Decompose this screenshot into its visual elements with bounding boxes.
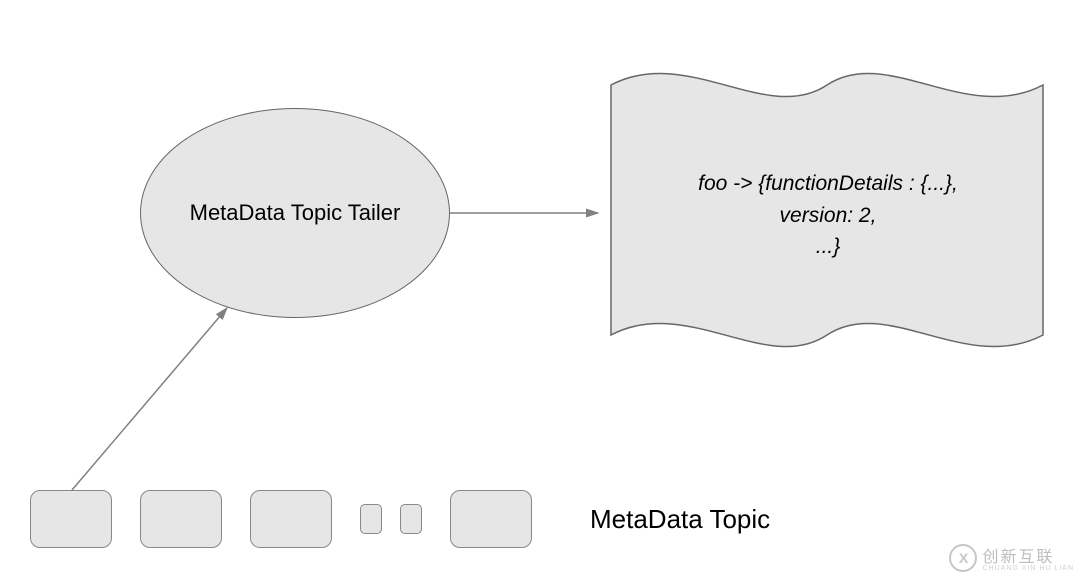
topic-label: MetaData Topic xyxy=(590,504,770,535)
topic-block-ellipsis xyxy=(360,504,422,534)
watermark: X 创新互联 CHUANG XIN HU LIAN xyxy=(949,543,1074,572)
doc-line-1: foo -> {functionDetails : {...}, xyxy=(638,168,1018,200)
node-label-tailer: MetaData Topic Tailer xyxy=(190,200,401,226)
watermark-text: 创新互联 xyxy=(982,543,1054,567)
doc-line-2: version: 2, xyxy=(638,200,1018,232)
topic-block xyxy=(30,490,112,548)
document-content: foo -> {functionDetails : {...}, version… xyxy=(638,168,1018,263)
topic-block xyxy=(450,490,532,548)
arrow-topic-to-tailer xyxy=(62,300,242,500)
watermark-badge-icon: X xyxy=(949,544,977,572)
doc-line-3: ...} xyxy=(638,231,1018,263)
topic-block-small xyxy=(360,504,382,534)
topic-block xyxy=(250,490,332,548)
arrow-tailer-to-doc xyxy=(450,200,610,230)
metadata-topic-row: MetaData Topic xyxy=(30,490,770,548)
watermark-subtext: CHUANG XIN HU LIAN xyxy=(982,565,1074,572)
topic-block-small xyxy=(400,504,422,534)
node-metadata-topic-tailer: MetaData Topic Tailer xyxy=(140,108,450,318)
topic-block xyxy=(140,490,222,548)
